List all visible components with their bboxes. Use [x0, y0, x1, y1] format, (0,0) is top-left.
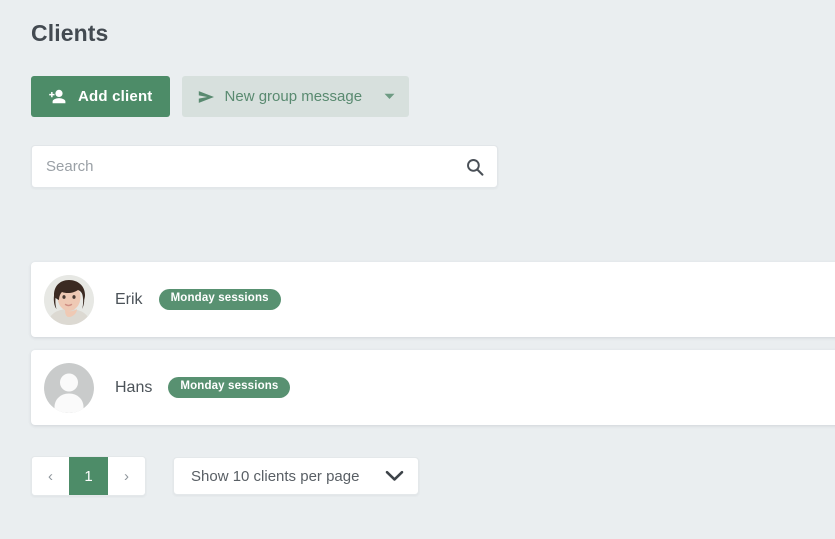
status-badge: Monday sessions: [158, 289, 281, 310]
send-icon: [198, 90, 215, 104]
per-page-select[interactable]: Show 10 clients per page: [173, 457, 420, 495]
search-input[interactable]: [31, 145, 498, 188]
caret-down-icon[interactable]: [384, 93, 395, 100]
new-group-message-button[interactable]: New group message: [181, 76, 410, 117]
pagination-next-button[interactable]: ›: [108, 457, 145, 495]
client-list: Erik Monday sessions Hans Monday session…: [31, 262, 835, 425]
clients-page: Clients Add client New group message Sea…: [0, 0, 835, 539]
client-name: Hans: [115, 378, 153, 396]
new-group-message-label: New group message: [224, 88, 363, 105]
page-title: Clients: [31, 20, 109, 46]
person-add-icon: [48, 89, 67, 104]
status-badge: Monday sessions: [168, 377, 291, 398]
pagination: ‹ 1 ›: [31, 456, 146, 496]
add-client-button[interactable]: Add client: [31, 76, 170, 117]
add-client-label: Add client: [78, 88, 153, 105]
client-row[interactable]: Hans Monday sessions: [31, 350, 835, 425]
photo-avatar: [44, 274, 94, 325]
placeholder-avatar: [44, 362, 94, 413]
pagination-prev-button[interactable]: ‹: [32, 457, 69, 495]
list-footer: ‹ 1 › Show 10 clients per page: [31, 456, 835, 496]
search-icon[interactable]: [466, 145, 484, 188]
client-name: Erik: [115, 290, 143, 308]
search-field: [31, 145, 498, 188]
toolbar: Add client New group message: [31, 76, 835, 117]
client-row[interactable]: Erik Monday sessions: [31, 262, 835, 337]
per-page-label: Show 10 clients per page: [191, 467, 360, 485]
chevron-down-icon[interactable]: [385, 470, 404, 482]
pagination-page-1-button[interactable]: 1: [69, 457, 108, 495]
